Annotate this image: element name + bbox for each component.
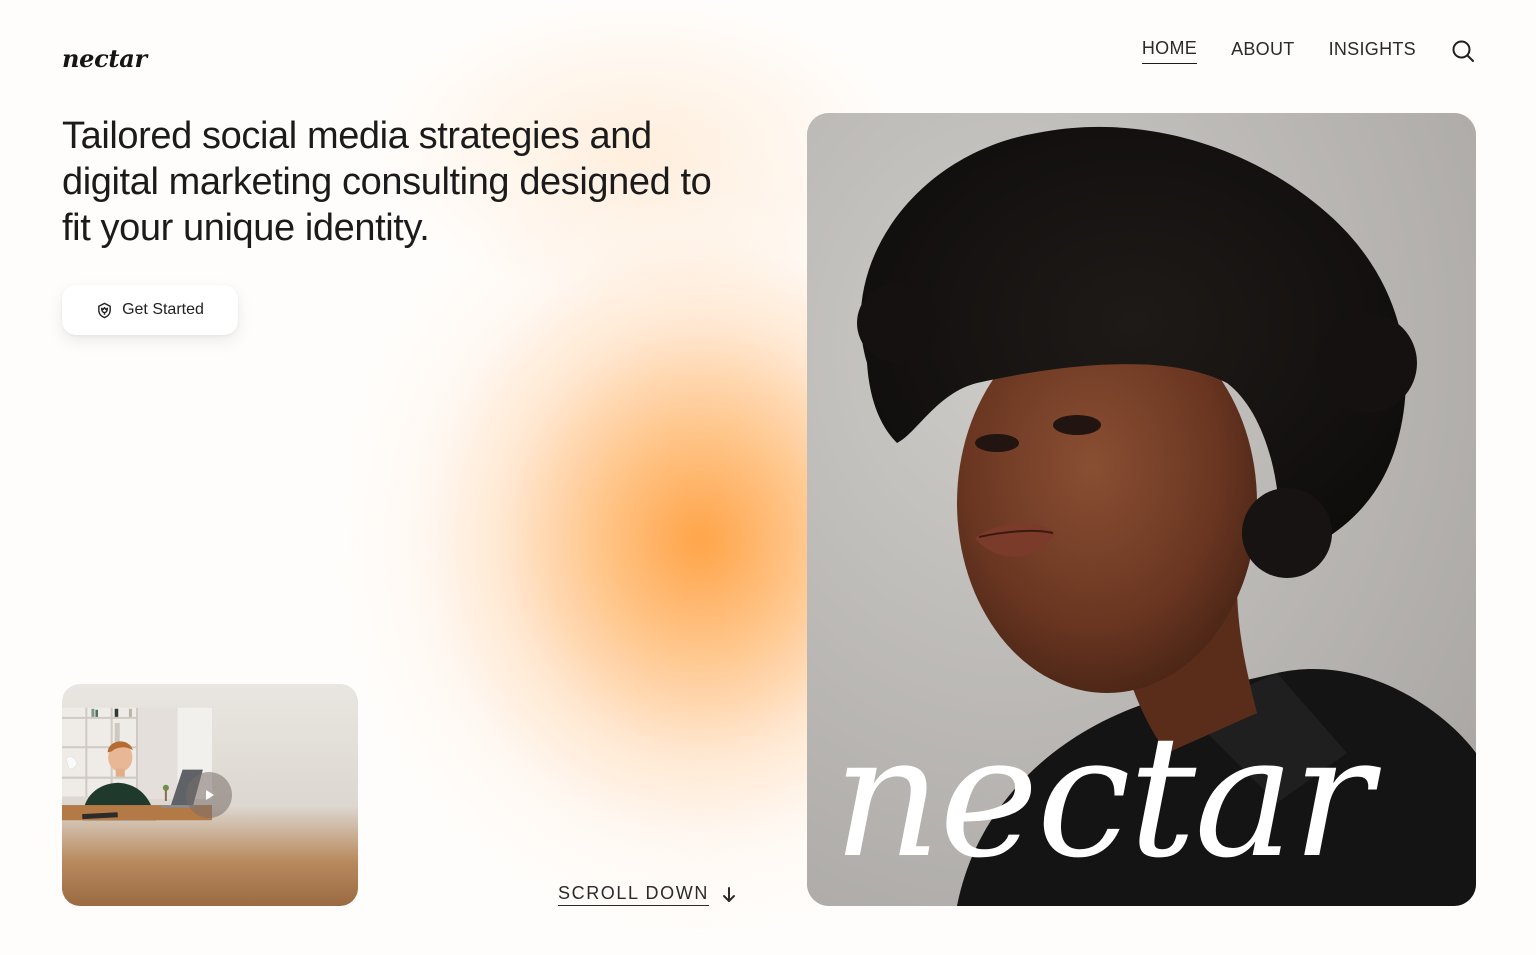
nav-insights[interactable]: INSIGHTS (1329, 39, 1416, 64)
scroll-down-label: SCROLL DOWN (558, 883, 709, 906)
hero-headline: Tailored social media strategies and dig… (62, 115, 712, 249)
play-icon[interactable] (186, 772, 232, 818)
search-icon[interactable] (1450, 38, 1476, 64)
landing-page: nectar HOME ABOUT INSIGHTS Tailored soci… (0, 0, 1536, 955)
nav-about[interactable]: ABOUT (1231, 39, 1295, 64)
site-logo[interactable]: nectar (62, 44, 147, 73)
arrow-down-icon (722, 886, 735, 902)
get-started-label: Get Started (122, 301, 204, 318)
main-nav: HOME ABOUT INSIGHTS (1108, 38, 1476, 64)
nav-home[interactable]: HOME (1141, 38, 1198, 64)
tulip-shield-icon (96, 302, 113, 319)
get-started-button[interactable]: Get Started (62, 285, 238, 335)
nectar-wordmark: nectar (833, 699, 1373, 895)
hero-portrait-image: nectar (807, 113, 1476, 906)
video-scene (62, 707, 212, 821)
scroll-down-link[interactable]: SCROLL DOWN (558, 883, 737, 906)
video-thumbnail[interactable] (62, 684, 358, 906)
